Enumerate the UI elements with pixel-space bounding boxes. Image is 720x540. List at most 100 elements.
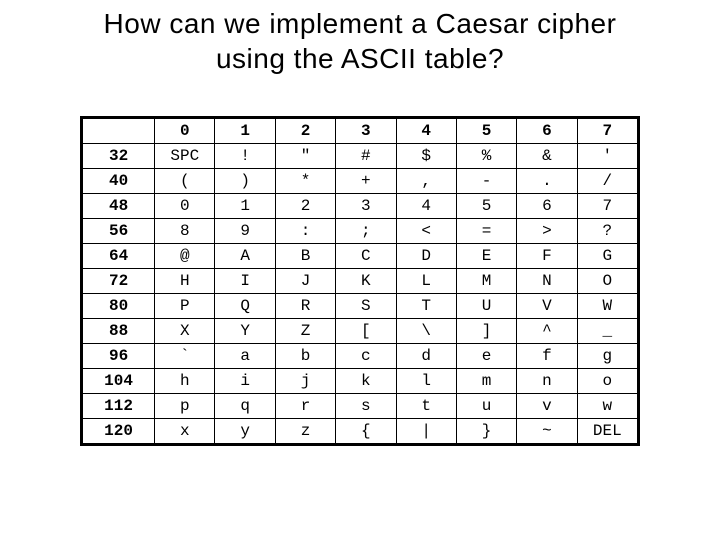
cell: 6 bbox=[517, 194, 577, 219]
cell: t bbox=[396, 394, 456, 419]
cell: } bbox=[456, 419, 516, 444]
cell: [ bbox=[336, 319, 396, 344]
cell: ~ bbox=[517, 419, 577, 444]
col-header: 0 bbox=[155, 119, 215, 144]
cell: b bbox=[275, 344, 335, 369]
cell: y bbox=[215, 419, 275, 444]
cell: x bbox=[155, 419, 215, 444]
table-row: 96 ` a b c d e f g bbox=[83, 344, 638, 369]
ascii-table-container: 0 1 2 3 4 5 6 7 32 SPC ! " # $ % & ' bbox=[80, 116, 640, 446]
cell: 1 bbox=[215, 194, 275, 219]
cell: < bbox=[396, 219, 456, 244]
cell: e bbox=[456, 344, 516, 369]
cell: & bbox=[517, 144, 577, 169]
cell: X bbox=[155, 319, 215, 344]
cell: W bbox=[577, 294, 637, 319]
cell: . bbox=[517, 169, 577, 194]
cell: o bbox=[577, 369, 637, 394]
col-header: 5 bbox=[456, 119, 516, 144]
table-row: 72 H I J K L M N O bbox=[83, 269, 638, 294]
cell: { bbox=[336, 419, 396, 444]
cell: d bbox=[396, 344, 456, 369]
cell: H bbox=[155, 269, 215, 294]
cell: @ bbox=[155, 244, 215, 269]
table-header-row: 0 1 2 3 4 5 6 7 bbox=[83, 119, 638, 144]
cell: ` bbox=[155, 344, 215, 369]
cell: v bbox=[517, 394, 577, 419]
cell: a bbox=[215, 344, 275, 369]
col-header: 6 bbox=[517, 119, 577, 144]
cell: SPC bbox=[155, 144, 215, 169]
ascii-table: 0 1 2 3 4 5 6 7 32 SPC ! " # $ % & ' bbox=[82, 118, 638, 444]
cell: / bbox=[577, 169, 637, 194]
cell: * bbox=[275, 169, 335, 194]
cell: U bbox=[456, 294, 516, 319]
cell: 0 bbox=[155, 194, 215, 219]
row-label: 40 bbox=[83, 169, 155, 194]
slide: How can we implement a Caesar cipher usi… bbox=[0, 0, 720, 540]
cell: 3 bbox=[336, 194, 396, 219]
cell: j bbox=[275, 369, 335, 394]
cell: c bbox=[336, 344, 396, 369]
cell: ' bbox=[577, 144, 637, 169]
cell: P bbox=[155, 294, 215, 319]
cell: g bbox=[577, 344, 637, 369]
cell: N bbox=[517, 269, 577, 294]
cell: Y bbox=[215, 319, 275, 344]
table-row: 80 P Q R S T U V W bbox=[83, 294, 638, 319]
cell: J bbox=[275, 269, 335, 294]
cell: m bbox=[456, 369, 516, 394]
cell: i bbox=[215, 369, 275, 394]
header-blank bbox=[83, 119, 155, 144]
title-line-1: How can we implement a Caesar cipher bbox=[104, 8, 617, 39]
table-row: 120 x y z { | } ~ DEL bbox=[83, 419, 638, 444]
cell: " bbox=[275, 144, 335, 169]
cell: r bbox=[275, 394, 335, 419]
table-row: 32 SPC ! " # $ % & ' bbox=[83, 144, 638, 169]
row-label: 104 bbox=[83, 369, 155, 394]
row-label: 72 bbox=[83, 269, 155, 294]
cell: V bbox=[517, 294, 577, 319]
cell: ; bbox=[336, 219, 396, 244]
col-header: 1 bbox=[215, 119, 275, 144]
row-label: 88 bbox=[83, 319, 155, 344]
slide-title: How can we implement a Caesar cipher usi… bbox=[0, 0, 720, 76]
row-label: 56 bbox=[83, 219, 155, 244]
row-label: 96 bbox=[83, 344, 155, 369]
row-label: 48 bbox=[83, 194, 155, 219]
row-label: 80 bbox=[83, 294, 155, 319]
cell: h bbox=[155, 369, 215, 394]
cell: C bbox=[336, 244, 396, 269]
col-header: 3 bbox=[336, 119, 396, 144]
table-row: 88 X Y Z [ \ ] ^ _ bbox=[83, 319, 638, 344]
cell: p bbox=[155, 394, 215, 419]
table-row: 112 p q r s t u v w bbox=[83, 394, 638, 419]
cell: z bbox=[275, 419, 335, 444]
cell: ^ bbox=[517, 319, 577, 344]
cell: q bbox=[215, 394, 275, 419]
cell: R bbox=[275, 294, 335, 319]
cell: s bbox=[336, 394, 396, 419]
col-header: 2 bbox=[275, 119, 335, 144]
cell: 4 bbox=[396, 194, 456, 219]
cell: f bbox=[517, 344, 577, 369]
cell: - bbox=[456, 169, 516, 194]
cell: 8 bbox=[155, 219, 215, 244]
table-row: 56 8 9 : ; < = > ? bbox=[83, 219, 638, 244]
row-label: 120 bbox=[83, 419, 155, 444]
cell: $ bbox=[396, 144, 456, 169]
cell: ] bbox=[456, 319, 516, 344]
cell: l bbox=[396, 369, 456, 394]
row-label: 32 bbox=[83, 144, 155, 169]
cell: | bbox=[396, 419, 456, 444]
cell: Q bbox=[215, 294, 275, 319]
cell: G bbox=[577, 244, 637, 269]
table-row: 104 h i j k l m n o bbox=[83, 369, 638, 394]
cell: A bbox=[215, 244, 275, 269]
cell: M bbox=[456, 269, 516, 294]
cell: ! bbox=[215, 144, 275, 169]
cell: k bbox=[336, 369, 396, 394]
cell: ) bbox=[215, 169, 275, 194]
cell: 7 bbox=[577, 194, 637, 219]
col-header: 7 bbox=[577, 119, 637, 144]
